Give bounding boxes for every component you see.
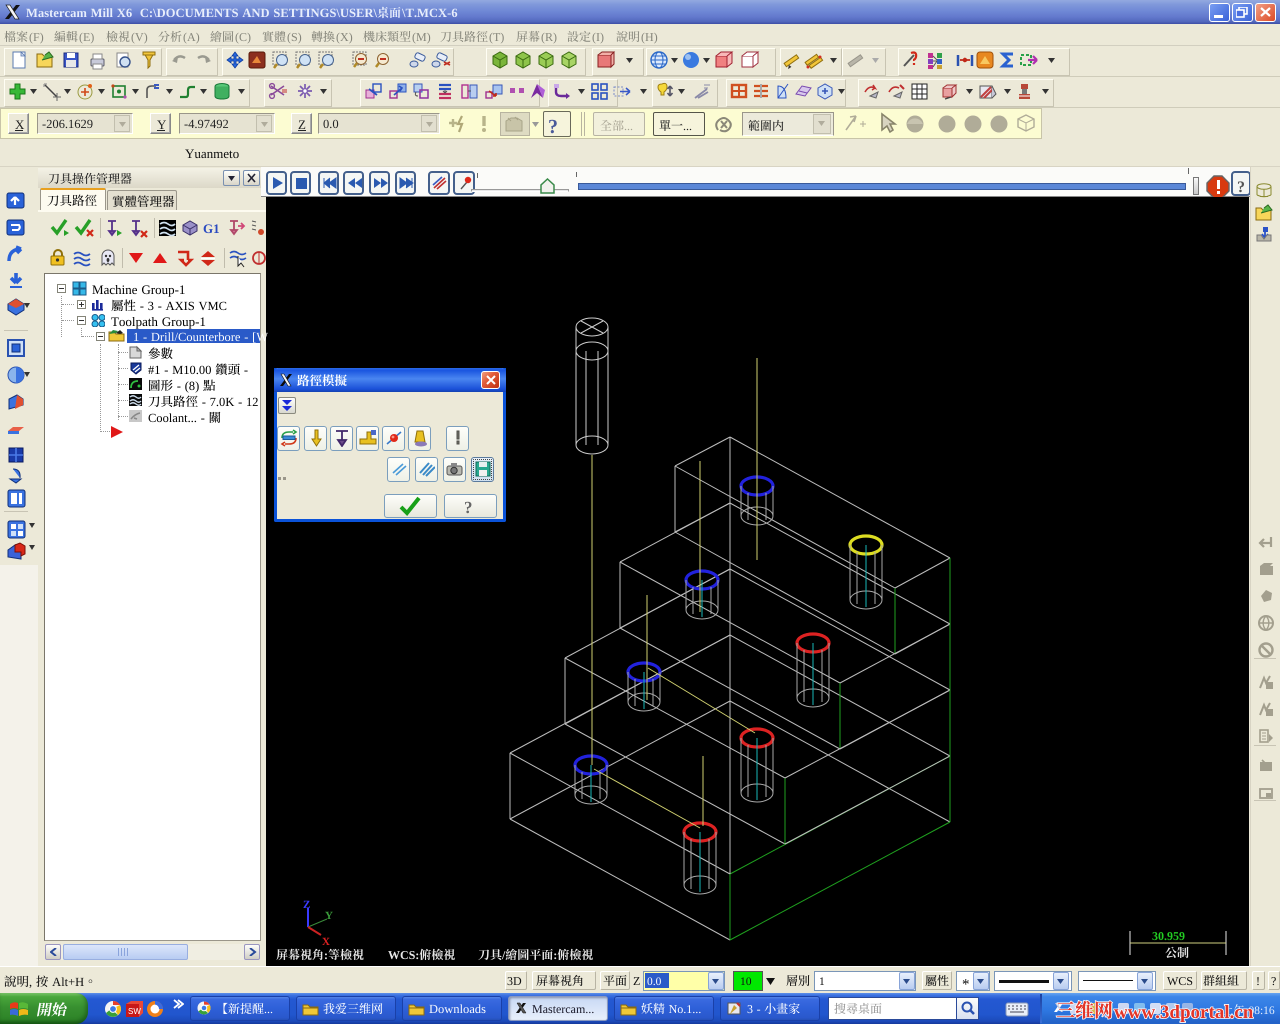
svg-text:SW: SW	[128, 1007, 141, 1016]
